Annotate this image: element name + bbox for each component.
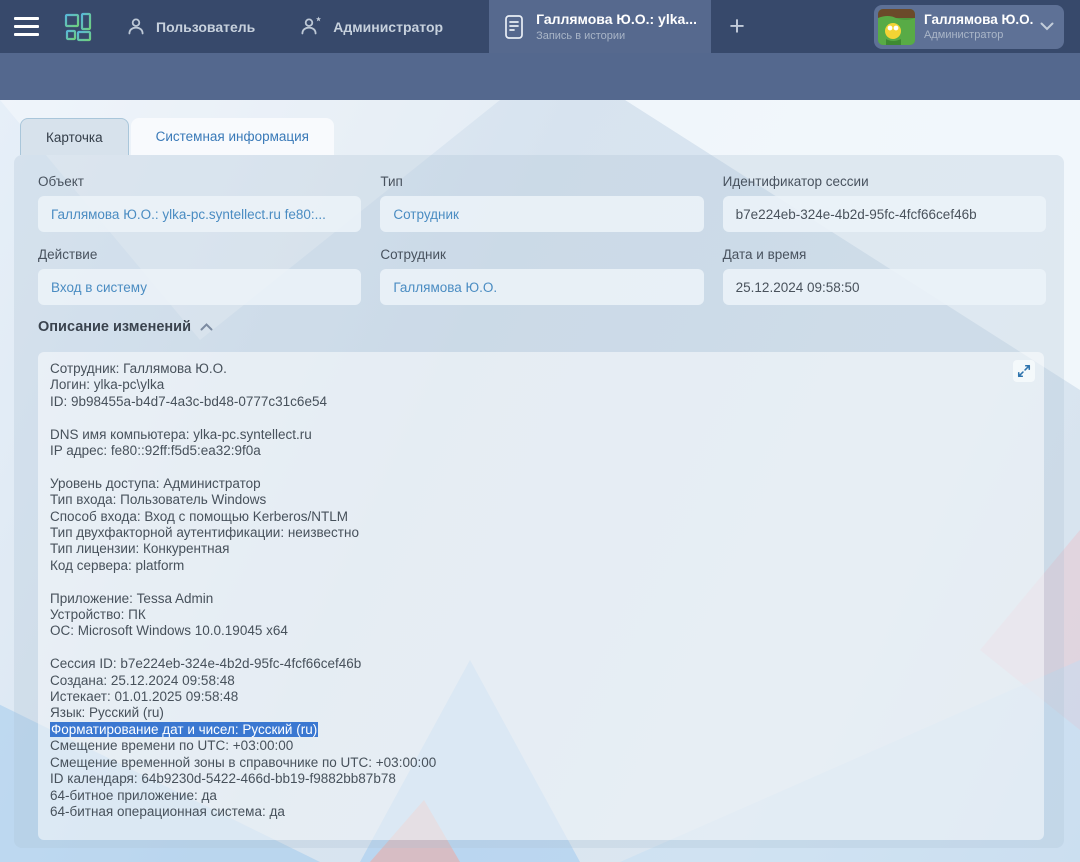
tab-system-info[interactable]: Системная информация [131, 118, 334, 155]
field-employee-value[interactable]: Галлямова Ю.О. [380, 269, 703, 305]
description-line: DNS имя компьютера: ylka-pc.syntellect.r… [50, 427, 1032, 443]
changes-section-title: Описание изменений [38, 319, 191, 335]
tab-card-label: Карточка [46, 130, 103, 145]
nav-tab-user-label: Пользователь [156, 19, 255, 35]
description-line: Тип входа: Пользователь Windows [50, 492, 1032, 508]
app-grid-button[interactable] [52, 0, 104, 53]
description-line: ОС: Microsoft Windows 10.0.19045 x64 [50, 623, 1032, 639]
description-line: Язык: Русский (ru) [50, 705, 1032, 721]
admin-user-icon [299, 16, 323, 37]
description-line: ID календаря: 64b9230d-5422-466d-bb19-f9… [50, 771, 1032, 787]
hamburger-menu-button[interactable] [0, 0, 52, 53]
change-description-text: Сотрудник: Галлямова Ю.О. Логин: ylka-pc… [50, 361, 1032, 820]
tab-card[interactable]: Карточка [20, 118, 129, 155]
description-line: Уровень доступа: Администратор [50, 476, 1032, 492]
active-tab-subtitle: Запись в истории [536, 30, 696, 42]
description-line [50, 410, 1032, 426]
description-line: Тип лицензии: Конкурентная [50, 541, 1032, 557]
changes-section-toggle[interactable]: Описание изменений [38, 319, 213, 335]
description-line: Смещение временной зоны в справочнике по… [50, 755, 1032, 771]
field-object-label: Объект [38, 174, 361, 189]
field-action: Действие Вход в систему [38, 247, 361, 305]
change-description-textarea[interactable]: Сотрудник: Галлямова Ю.О. Логин: ylka-pc… [38, 352, 1044, 840]
field-datetime-value[interactable]: 25.12.2024 09:58:50 [723, 269, 1046, 305]
tab-system-info-label: Системная информация [156, 129, 309, 144]
current-user-name: Галлямова Ю.О. [924, 12, 1033, 27]
avatar [878, 9, 915, 45]
description-line [50, 574, 1032, 590]
description-line: ID: 9b98455a-b4d7-4a3c-bd48-0777c31c6e54 [50, 394, 1032, 410]
description-line: Тип двухфакторной аутентификации: неизве… [50, 525, 1032, 541]
description-line: Приложение: Tessa Admin [50, 591, 1032, 607]
description-line [50, 459, 1032, 475]
field-type-value[interactable]: Сотрудник [380, 196, 703, 232]
user-icon [126, 16, 146, 37]
field-object: Объект Галлямова Ю.О.: ylka-pc.syntellec… [38, 174, 361, 232]
field-session-id: Идентификатор сессии b7e224eb-324e-4b2d-… [723, 174, 1046, 232]
nav-tab-admin[interactable]: Администратор [277, 0, 465, 53]
active-tab-title: Галлямова Ю.О.: ylka... [536, 11, 696, 27]
field-employee-label: Сотрудник [380, 247, 703, 262]
description-line: Истекает: 01.01.2025 09:58:48 [50, 689, 1032, 705]
description-line: Смещение времени по UTC: +03:00:00 [50, 738, 1032, 754]
chevron-up-icon [200, 323, 213, 331]
top-bar: Пользователь Администратор Галлямова Ю.О… [0, 0, 1080, 53]
description-line: Создана: 25.12.2024 09:58:48 [50, 673, 1032, 689]
field-action-value[interactable]: Вход в систему [38, 269, 361, 305]
description-line: Сессия ID: b7e224eb-324e-4b2d-95fc-4fcf6… [50, 656, 1032, 672]
history-record-icon [503, 14, 525, 40]
description-line: Код сервера: platform [50, 558, 1032, 574]
nav-tab-user[interactable]: Пользователь [104, 0, 277, 53]
expand-icon [1017, 364, 1031, 378]
form-fields: Объект Галлямова Ю.О.: ylka-pc.syntellec… [38, 174, 1046, 305]
field-datetime: Дата и время 25.12.2024 09:58:50 [723, 247, 1046, 305]
selected-text: Форматирование дат и чисел: Русский (ru) [50, 722, 318, 737]
description-line: Сотрудник: Галлямова Ю.О. [50, 361, 1032, 377]
description-line: IP адрес: fe80::92ff:f5d5:ea32:9f0a [50, 443, 1032, 459]
chevron-down-icon [1040, 22, 1054, 31]
field-type-label: Тип [380, 174, 703, 189]
nav-tab-admin-label: Администратор [333, 19, 443, 35]
current-user-menu[interactable]: Галлямова Ю.О. Администратор [874, 5, 1064, 49]
active-document-tab[interactable]: Галлямова Ю.О.: ylka... Запись в истории [489, 0, 711, 53]
content-area: Карточка Системная информация Объект Гал… [0, 100, 1080, 862]
toolbar-strip [0, 53, 1080, 100]
field-session-id-label: Идентификатор сессии [723, 174, 1046, 189]
field-action-label: Действие [38, 247, 361, 262]
field-employee: Сотрудник Галлямова Ю.О. [380, 247, 703, 305]
description-line: 64-битное приложение: да [50, 788, 1032, 804]
expand-description-button[interactable] [1013, 360, 1035, 382]
app-grid-icon [63, 12, 93, 42]
new-tab-button[interactable]: + [711, 0, 763, 53]
field-object-value[interactable]: Галлямова Ю.О.: ylka-pc.syntellect.ru fe… [38, 196, 361, 232]
description-line: Логин: ylka-pc\ylka [50, 377, 1032, 393]
field-type: Тип Сотрудник [380, 174, 703, 232]
field-datetime-label: Дата и время [723, 247, 1046, 262]
field-session-id-value[interactable]: b7e224eb-324e-4b2d-95fc-4fcf66cef46b [723, 196, 1046, 232]
description-line-highlighted: Форматирование дат и чисел: Русский (ru) [50, 722, 1032, 738]
description-line: Устройство: ПК [50, 607, 1032, 623]
description-line [50, 640, 1032, 656]
description-line: Способ входа: Вход с помощью Kerberos/NT… [50, 509, 1032, 525]
current-user-role: Администратор [924, 29, 1033, 41]
card-tabs: Карточка Системная информация [20, 118, 334, 155]
description-line: 64-битная операционная система: да [50, 804, 1032, 820]
